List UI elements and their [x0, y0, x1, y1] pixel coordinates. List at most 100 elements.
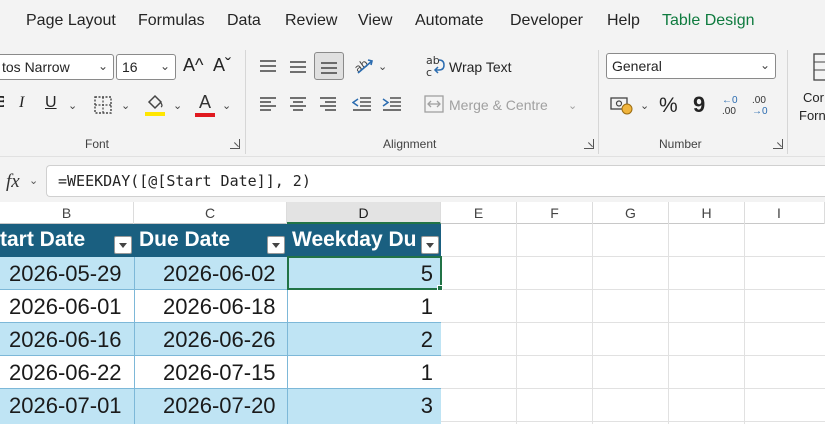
fill-handle[interactable]: [437, 285, 443, 291]
font-color-icon[interactable]: A: [193, 92, 217, 118]
column-header-i[interactable]: I: [745, 202, 825, 224]
menu-help[interactable]: Help: [607, 12, 640, 30]
start-date-cell[interactable]: 2026-06-22: [9, 356, 134, 389]
font-name-value: tos Narrow: [2, 59, 70, 75]
due-date-cell[interactable]: 2026-06-26: [163, 323, 287, 356]
insert-function-button[interactable]: fx: [6, 171, 20, 193]
align-right-icon[interactable]: [318, 94, 338, 114]
gridline: [440, 289, 825, 290]
cell-divider: [134, 257, 135, 290]
menu-formulas[interactable]: Formulas: [138, 12, 205, 30]
table-header-row: tart Date Due Date Weekday Du: [0, 224, 441, 257]
formula-input[interactable]: =WEEKDAY([@[Start Date]], 2): [46, 165, 825, 197]
shrink-font-button[interactable]: Aˇ: [213, 55, 231, 76]
chevron-down-icon[interactable]: ⌄: [29, 174, 38, 187]
due-date-cell[interactable]: 2026-06-18: [163, 290, 287, 323]
font-dialog-launcher-icon[interactable]: [230, 139, 240, 149]
group-divider: [245, 50, 246, 154]
filter-dropdown-icon[interactable]: [114, 236, 132, 254]
chevron-down-icon[interactable]: ⌄: [222, 99, 231, 112]
formula-bar: fx ⌄ =WEEKDAY([@[Start Date]], 2): [0, 156, 825, 206]
column-header-g[interactable]: G: [593, 202, 669, 224]
underline-button[interactable]: U: [45, 94, 57, 112]
merge-centre-button[interactable]: Merge & Centre: [449, 97, 548, 113]
increase-decimal-icon[interactable]: ←0 .00: [722, 94, 744, 118]
merge-centre-icon[interactable]: [424, 95, 444, 113]
chevron-down-icon[interactable]: ⌄: [640, 99, 649, 112]
conditional-formatting-icon[interactable]: [810, 52, 825, 82]
chevron-down-icon: ⌄: [159, 59, 170, 73]
menu-developer[interactable]: Developer: [510, 12, 583, 30]
start-date-cell[interactable]: 2026-06-01: [9, 290, 134, 323]
chevron-down-icon[interactable]: ⌄: [378, 60, 387, 73]
column-header-b[interactable]: B: [0, 202, 134, 224]
align-bottom-icon[interactable]: [314, 52, 344, 80]
alignment-dialog-launcher-icon[interactable]: [584, 139, 594, 149]
table-header-weekday[interactable]: Weekday Du: [292, 224, 422, 257]
menu-table-design[interactable]: Table Design: [662, 12, 755, 30]
increase-indent-icon[interactable]: [381, 94, 403, 114]
weekday-cell[interactable]: 2: [287, 323, 441, 356]
table-row: 2026-06-16 2026-06-26 2: [0, 323, 441, 356]
filter-dropdown-icon[interactable]: [421, 236, 439, 254]
number-dialog-launcher-icon[interactable]: [773, 139, 783, 149]
menu-data[interactable]: Data: [227, 12, 261, 30]
font-name-combo[interactable]: tos Narrow ⌄: [0, 54, 114, 80]
font-group-label: Font: [85, 137, 110, 151]
bold-button[interactable]: B: [0, 94, 4, 112]
menu-review[interactable]: Review: [285, 12, 337, 30]
due-date-cell[interactable]: 2026-07-15: [163, 356, 287, 389]
weekday-cell[interactable]: 1: [287, 290, 441, 323]
start-date-cell[interactable]: 2026-07-01: [9, 389, 134, 422]
filter-dropdown-icon[interactable]: [267, 236, 285, 254]
number-format-combo[interactable]: General ⌄: [606, 53, 776, 79]
percent-style-button[interactable]: %: [659, 94, 678, 118]
formula-text: =WEEKDAY([@[Start Date]], 2): [58, 172, 311, 190]
cell-divider: [134, 356, 135, 389]
font-size-combo[interactable]: 16 ⌄: [116, 54, 176, 80]
fill-color-icon[interactable]: [143, 92, 167, 118]
due-date-cell[interactable]: 2026-06-02: [163, 257, 287, 290]
table-row: 2026-06-01 2026-06-18 1: [0, 290, 441, 323]
due-date-cell[interactable]: 2026-07-20: [163, 389, 287, 422]
column-header-c[interactable]: C: [134, 202, 287, 224]
chevron-down-icon[interactable]: ⌄: [568, 99, 577, 112]
gridline: [440, 421, 825, 422]
cell-divider: [134, 389, 135, 424]
column-header-d[interactable]: D: [287, 202, 441, 224]
borders-icon[interactable]: [92, 94, 114, 116]
decrease-decimal-icon[interactable]: .00 →0: [752, 94, 774, 118]
align-left-icon[interactable]: [258, 94, 278, 114]
column-header-h[interactable]: H: [669, 202, 745, 224]
weekday-cell[interactable]: 3: [287, 389, 441, 422]
group-divider: [598, 50, 599, 154]
wrap-text-button[interactable]: Wrap Text: [449, 59, 512, 75]
chevron-down-icon[interactable]: ⌄: [173, 99, 182, 112]
align-center-icon[interactable]: [288, 94, 308, 114]
conditional-formatting-label-2[interactable]: Forn: [799, 108, 825, 123]
decrease-indent-icon[interactable]: [351, 94, 373, 114]
accounting-format-icon[interactable]: [610, 94, 634, 116]
menu-automate[interactable]: Automate: [415, 12, 483, 30]
font-color-swatch: [195, 113, 215, 117]
start-date-cell[interactable]: 2026-05-29: [9, 257, 134, 290]
align-middle-icon[interactable]: [288, 56, 308, 76]
wrap-text-icon[interactable]: ab c: [424, 54, 446, 78]
table-header-due-date[interactable]: Due Date: [139, 224, 287, 257]
chevron-down-icon[interactable]: ⌄: [68, 99, 77, 112]
conditional-formatting-label-1[interactable]: Cor: [803, 90, 824, 105]
chevron-down-icon[interactable]: ⌄: [121, 99, 130, 112]
increase-decimal-arrow-icon: ←0: [722, 94, 738, 106]
start-date-cell[interactable]: 2026-06-16: [9, 323, 134, 356]
grow-font-button[interactable]: A^: [183, 55, 203, 76]
column-header-e[interactable]: E: [441, 202, 517, 224]
menu-view[interactable]: View: [358, 12, 392, 30]
menu-page-layout[interactable]: Page Layout: [26, 12, 116, 30]
column-header-f[interactable]: F: [517, 202, 593, 224]
italic-button[interactable]: I: [19, 94, 24, 112]
comma-style-button[interactable]: 9: [693, 92, 705, 118]
orientation-icon[interactable]: ab: [351, 54, 375, 78]
svg-text:c: c: [426, 66, 432, 78]
weekday-cell[interactable]: 1: [287, 356, 441, 389]
align-top-icon[interactable]: [258, 56, 278, 76]
